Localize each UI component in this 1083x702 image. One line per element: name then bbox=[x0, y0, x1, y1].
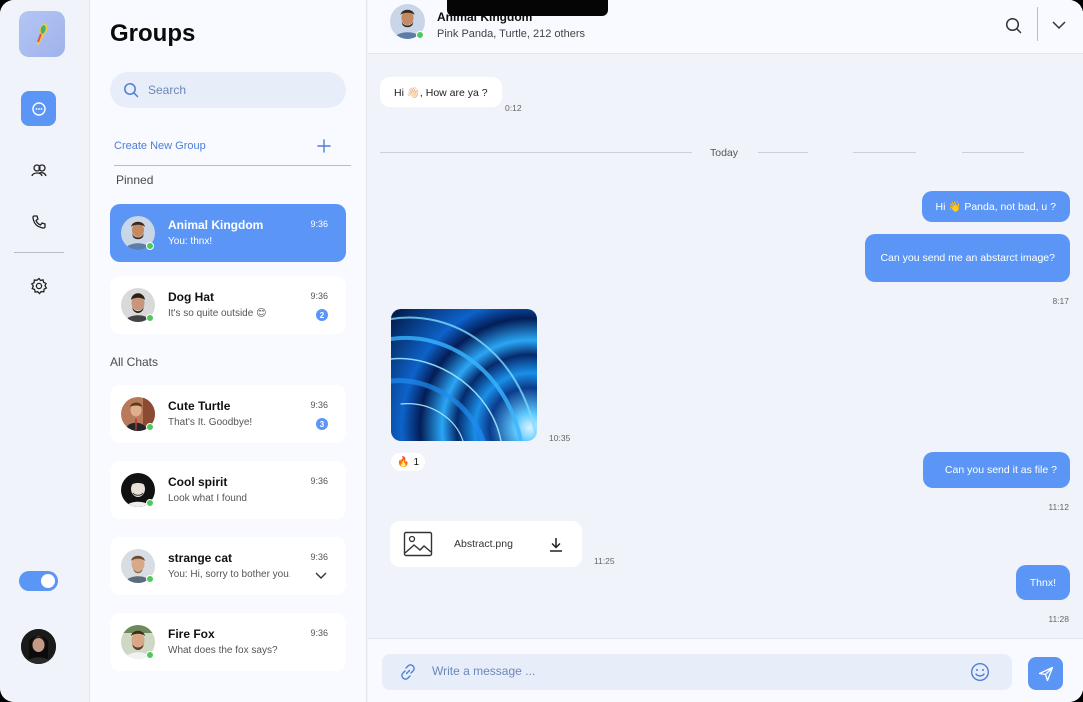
divider-line bbox=[380, 152, 692, 153]
message-time: 11:25 bbox=[594, 556, 615, 566]
chat-name: Cool spirit bbox=[168, 475, 228, 489]
chat-preview: You: Hi, sorry to bother you... bbox=[168, 569, 290, 580]
online-indicator bbox=[146, 314, 154, 322]
chat-preview: It's so quite outside 😊 bbox=[168, 308, 267, 319]
file-name: Abstract.png bbox=[454, 538, 513, 550]
composer bbox=[368, 638, 1083, 702]
message-input[interactable] bbox=[432, 664, 932, 678]
message-bubble[interactable]: Hi 👋🏻, How are ya ? bbox=[380, 77, 502, 107]
create-group-label[interactable]: Create New Group bbox=[114, 140, 206, 152]
chat-name: Fire Fox bbox=[168, 627, 215, 641]
rail-divider bbox=[14, 252, 64, 253]
header-divider bbox=[1037, 7, 1038, 41]
theme-toggle[interactable] bbox=[19, 571, 58, 591]
chat-time: 9:36 bbox=[310, 219, 328, 229]
chat-card[interactable]: strange cat You: Hi, sorry to bother you… bbox=[110, 537, 346, 595]
attach-link-icon[interactable] bbox=[399, 663, 417, 681]
camera-notch bbox=[447, 0, 608, 16]
message-bubble[interactable]: Thnx! bbox=[1015, 565, 1070, 600]
unread-badge: 3 bbox=[316, 418, 328, 430]
message-bubble[interactable]: Can you send it as file ? bbox=[922, 452, 1070, 488]
chat-card[interactable]: Fire Fox What does the fox says? 9:36 bbox=[110, 613, 346, 671]
online-indicator bbox=[416, 31, 424, 39]
search-input[interactable] bbox=[148, 83, 318, 97]
message-box[interactable] bbox=[382, 654, 1012, 690]
chat-time: 9:36 bbox=[310, 400, 328, 410]
chat-time: 9:36 bbox=[310, 476, 328, 486]
chat-pane: Animal Kingdom Pink Panda, Turtle, 212 o… bbox=[368, 0, 1083, 702]
image-message[interactable] bbox=[391, 309, 537, 441]
chat-card[interactable]: Cute Turtle That's It. Goodbye! 9:36 3 bbox=[110, 385, 346, 443]
date-divider: Today bbox=[710, 147, 739, 159]
divider-line bbox=[962, 152, 1024, 153]
chat-icon[interactable] bbox=[21, 91, 56, 126]
fire-icon: 🔥 bbox=[397, 456, 410, 468]
create-group-row[interactable]: Create New Group bbox=[114, 136, 351, 166]
search-box[interactable] bbox=[110, 72, 346, 108]
message-time: 11:12 bbox=[1048, 502, 1069, 512]
chevron-down-icon[interactable] bbox=[315, 572, 327, 580]
chat-members: Pink Panda, Turtle, 212 others bbox=[437, 28, 585, 40]
message-bubble[interactable]: Hi 👋 Panda, not bad, u ? bbox=[921, 191, 1070, 222]
online-indicator bbox=[146, 242, 154, 250]
chat-time: 9:36 bbox=[310, 552, 328, 562]
message-time: 10:35 bbox=[549, 433, 571, 443]
chat-preview: You: thnx! bbox=[168, 236, 213, 247]
message-time: 0:12 bbox=[505, 103, 522, 113]
chat-preview: What does the fox says? bbox=[168, 645, 278, 656]
chat-card[interactable]: Animal Kingdom You: thnx! 9:36 bbox=[110, 204, 346, 262]
user-avatar[interactable] bbox=[21, 629, 56, 664]
file-message[interactable]: Abstract.png bbox=[390, 521, 582, 567]
chat-name: strange cat bbox=[168, 551, 233, 565]
message-time: 8:17 bbox=[1052, 296, 1069, 306]
groups-panel: Groups Create New Group Pinned Animal Ki… bbox=[90, 0, 367, 702]
unread-badge: 2 bbox=[316, 309, 328, 321]
chevron-down-icon[interactable] bbox=[1049, 15, 1069, 35]
search-icon bbox=[124, 83, 139, 98]
online-indicator bbox=[146, 651, 154, 659]
search-icon[interactable] bbox=[1002, 14, 1024, 36]
nav-rail bbox=[0, 0, 90, 702]
chat-name: Cute Turtle bbox=[168, 399, 231, 413]
divider-line bbox=[853, 152, 916, 153]
send-icon bbox=[1038, 666, 1053, 681]
chat-header: Animal Kingdom Pink Panda, Turtle, 212 o… bbox=[368, 0, 1083, 54]
chat-card[interactable]: Cool spirit Look what I found 9:36 bbox=[110, 461, 346, 519]
app-window: Groups Create New Group Pinned Animal Ki… bbox=[0, 0, 1083, 702]
divider-line bbox=[758, 152, 808, 153]
pinned-label: Pinned bbox=[116, 173, 154, 187]
page-title: Groups bbox=[110, 20, 196, 47]
chat-time: 9:36 bbox=[310, 291, 328, 301]
online-indicator bbox=[146, 575, 154, 583]
users-icon[interactable] bbox=[21, 152, 56, 187]
chat-name: Dog Hat bbox=[168, 290, 214, 304]
logo-icon[interactable] bbox=[19, 11, 65, 57]
chat-preview: That's It. Goodbye! bbox=[168, 417, 253, 428]
image-file-icon bbox=[403, 531, 433, 557]
download-icon[interactable] bbox=[549, 537, 563, 552]
chat-preview: Look what I found bbox=[168, 493, 247, 504]
chat-card[interactable]: Dog Hat It's so quite outside 😊 9:36 2 bbox=[110, 276, 346, 334]
message-bubble[interactable]: Can you send me an abstarct image? bbox=[865, 234, 1070, 282]
chat-name: Animal Kingdom bbox=[168, 218, 264, 232]
online-indicator bbox=[146, 423, 154, 431]
all-chats-label: All Chats bbox=[110, 355, 159, 369]
message-time: 11:28 bbox=[1048, 614, 1069, 624]
emoji-icon[interactable] bbox=[970, 662, 990, 682]
toggle-knob bbox=[41, 574, 55, 588]
reaction-chip[interactable]: 🔥 1 bbox=[391, 453, 426, 471]
reaction-count: 1 bbox=[413, 456, 420, 468]
chat-time: 9:36 bbox=[310, 628, 328, 638]
send-button[interactable] bbox=[1028, 657, 1063, 690]
plus-icon[interactable] bbox=[317, 139, 331, 153]
phone-icon[interactable] bbox=[21, 204, 56, 239]
gear-icon[interactable] bbox=[21, 268, 56, 303]
online-indicator bbox=[146, 499, 154, 507]
